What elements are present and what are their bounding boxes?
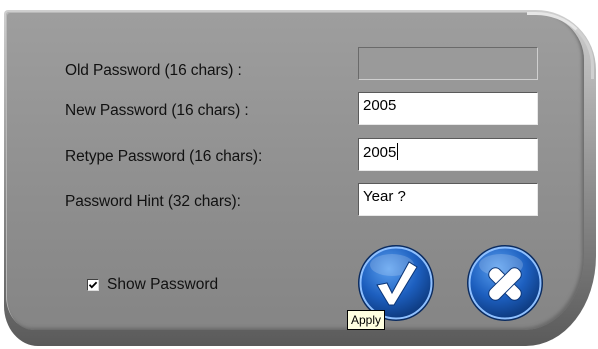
apply-tooltip: Apply [347, 310, 386, 330]
password-hint-value: Year ? [363, 188, 406, 205]
retype-password-label: Retype Password (16 chars): [65, 148, 263, 165]
text-caret [397, 143, 399, 160]
retype-password-value: 2005 [363, 144, 397, 161]
new-password-label: New Password (16 chars) : [65, 102, 249, 119]
show-password-checkbox[interactable] [87, 279, 99, 291]
close-icon [467, 245, 543, 321]
retype-password-field[interactable]: 2005 [358, 138, 538, 171]
old-password-label: Old Password (16 chars) : [65, 62, 242, 79]
password-hint-field[interactable]: Year ? [358, 183, 538, 216]
show-password-label[interactable]: Show Password [107, 276, 218, 294]
new-password-value: 2005 [363, 97, 397, 114]
password-dialog-stage: Old Password (16 chars) : New Password (… [0, 0, 598, 349]
new-password-field[interactable]: 2005 [358, 92, 538, 125]
old-password-field[interactable] [358, 47, 538, 80]
password-hint-label: Password Hint (32 chars): [65, 193, 241, 210]
checkmark-glyph-icon [88, 281, 98, 289]
cancel-button[interactable] [465, 243, 545, 323]
